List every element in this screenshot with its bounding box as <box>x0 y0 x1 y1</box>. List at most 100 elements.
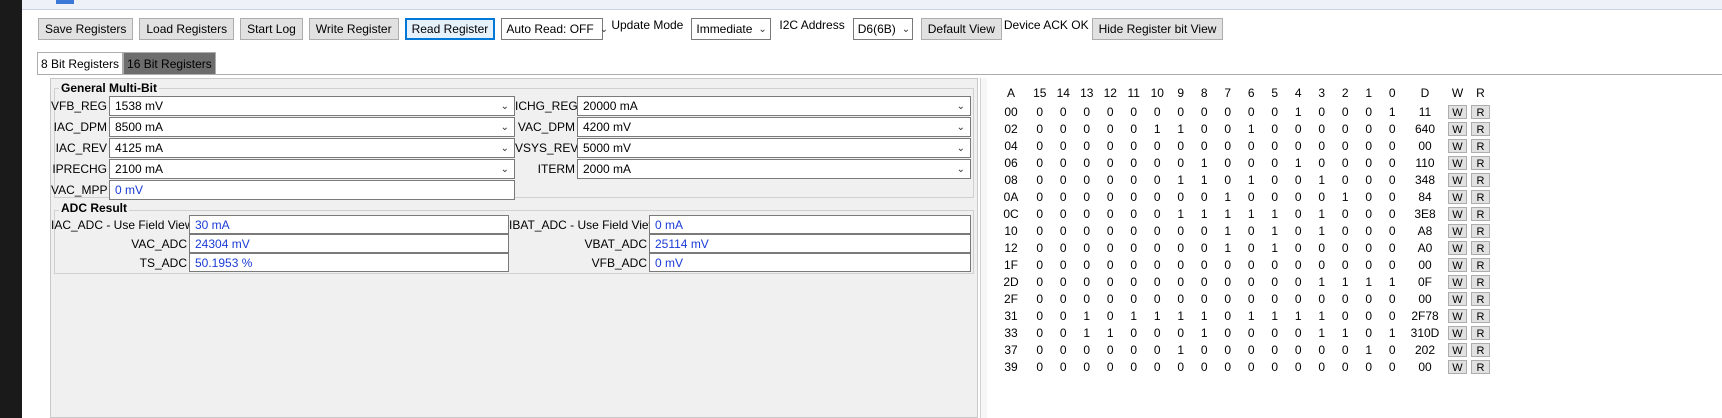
load-registers-button[interactable]: Load Registers <box>139 18 235 40</box>
update-mode-dropdown[interactable]: Immediate ⌄ <box>691 18 772 40</box>
read-register-button[interactable]: R <box>1471 325 1490 340</box>
register-bit[interactable]: 0 <box>1240 290 1264 307</box>
register-bit[interactable]: 0 <box>1263 324 1287 341</box>
write-register-button[interactable]: W <box>1448 223 1467 238</box>
register-bit[interactable]: 0 <box>1263 358 1287 375</box>
register-bit[interactable]: 1 <box>1381 103 1405 120</box>
read-register-button[interactable]: R <box>1471 274 1490 289</box>
register-bit[interactable]: 0 <box>1263 103 1287 120</box>
register-bit[interactable]: 1 <box>1146 120 1170 137</box>
write-register-button[interactable]: W <box>1448 308 1467 323</box>
register-bit[interactable]: 1 <box>1146 307 1170 324</box>
register-bit[interactable]: 0 <box>1075 273 1099 290</box>
register-bit[interactable]: 1 <box>1216 188 1240 205</box>
register-bit[interactable]: 0 <box>1240 341 1264 358</box>
register-bit[interactable]: 0 <box>1240 239 1264 256</box>
register-bit[interactable]: 0 <box>1357 154 1381 171</box>
read-register-button[interactable]: R <box>1471 155 1490 170</box>
ichg-reg-dropdown[interactable]: 20000 mA ⌄ <box>577 96 971 116</box>
register-bit[interactable]: 0 <box>1263 256 1287 273</box>
register-bit[interactable]: 0 <box>1146 222 1170 239</box>
tab-8-bit-registers[interactable]: 8 Bit Registers <box>37 52 124 74</box>
register-bit[interactable]: 0 <box>1310 256 1334 273</box>
register-bit[interactable]: 0 <box>1263 188 1287 205</box>
vac-dpm-dropdown[interactable]: 4200 mV ⌄ <box>577 117 971 137</box>
register-bit[interactable]: 0 <box>1099 222 1123 239</box>
register-bit[interactable]: 0 <box>1075 154 1099 171</box>
register-bit[interactable]: 0 <box>1216 171 1240 188</box>
register-bit[interactable]: 0 <box>1287 171 1311 188</box>
register-bit[interactable]: 1 <box>1240 120 1264 137</box>
register-bit[interactable]: 0 <box>1028 171 1052 188</box>
register-bit[interactable]: 0 <box>1381 358 1405 375</box>
register-bit[interactable]: 0 <box>1357 358 1381 375</box>
register-bit[interactable]: 0 <box>1122 171 1146 188</box>
register-bit[interactable]: 0 <box>1169 290 1193 307</box>
register-bit[interactable]: 0 <box>1334 171 1358 188</box>
register-bit[interactable]: 0 <box>1287 324 1311 341</box>
register-bit[interactable]: 0 <box>1146 205 1170 222</box>
register-bit[interactable]: 0 <box>1169 137 1193 154</box>
register-bit[interactable]: 0 <box>1075 120 1099 137</box>
register-bit[interactable]: 0 <box>1381 341 1405 358</box>
register-bit[interactable]: 0 <box>1028 137 1052 154</box>
register-bit[interactable]: 1 <box>1334 324 1358 341</box>
auto-read-dropdown[interactable]: Auto Read: OFF ⌄ <box>501 18 608 40</box>
register-bit[interactable]: 0 <box>1075 341 1099 358</box>
vac-adc-field[interactable]: 24304 mV <box>189 234 509 253</box>
register-bit[interactable]: 0 <box>1075 171 1099 188</box>
register-bit[interactable]: 0 <box>1287 290 1311 307</box>
register-bit[interactable]: 0 <box>1028 290 1052 307</box>
read-register-button[interactable]: R <box>1471 206 1490 221</box>
register-bit[interactable]: 1 <box>1169 171 1193 188</box>
register-bit[interactable]: 0 <box>1193 222 1217 239</box>
register-bit[interactable]: 0 <box>1240 154 1264 171</box>
register-bit[interactable]: 1 <box>1310 205 1334 222</box>
register-bit[interactable]: 0 <box>1169 256 1193 273</box>
register-bit[interactable]: 0 <box>1216 324 1240 341</box>
register-bit[interactable]: 0 <box>1075 239 1099 256</box>
register-bit[interactable]: 0 <box>1357 290 1381 307</box>
read-register-button[interactable]: R <box>1471 172 1490 187</box>
register-bit[interactable]: 0 <box>1028 239 1052 256</box>
register-bit[interactable]: 0 <box>1028 154 1052 171</box>
register-bit[interactable]: 1 <box>1169 120 1193 137</box>
register-bit[interactable]: 1 <box>1193 171 1217 188</box>
register-bit[interactable]: 0 <box>1310 188 1334 205</box>
vsys-rev-dropdown[interactable]: 5000 mV ⌄ <box>577 138 971 158</box>
register-bit[interactable]: 0 <box>1310 137 1334 154</box>
register-bit[interactable]: 0 <box>1216 341 1240 358</box>
register-bit[interactable]: 0 <box>1169 103 1193 120</box>
register-bit[interactable]: 0 <box>1381 154 1405 171</box>
register-bit[interactable]: 1 <box>1193 324 1217 341</box>
read-register-button[interactable]: R <box>1471 359 1490 374</box>
register-bit[interactable]: 0 <box>1193 256 1217 273</box>
register-bit[interactable]: 0 <box>1287 239 1311 256</box>
register-bit[interactable]: 0 <box>1334 205 1358 222</box>
read-register-button[interactable]: R <box>1471 342 1490 357</box>
register-bit[interactable]: 0 <box>1146 324 1170 341</box>
register-bit[interactable]: 0 <box>1169 358 1193 375</box>
register-bit[interactable]: 0 <box>1028 120 1052 137</box>
register-bit[interactable]: 0 <box>1334 307 1358 324</box>
default-view-button[interactable]: Default View <box>920 18 1002 40</box>
register-bit[interactable]: 0 <box>1099 120 1123 137</box>
register-bit[interactable]: 0 <box>1381 239 1405 256</box>
register-bit[interactable]: 0 <box>1122 256 1146 273</box>
register-bit[interactable]: 1 <box>1122 307 1146 324</box>
register-bit[interactable]: 0 <box>1357 239 1381 256</box>
register-bit[interactable]: 0 <box>1216 358 1240 375</box>
register-bit[interactable]: 1 <box>1263 222 1287 239</box>
register-bit[interactable]: 0 <box>1052 137 1076 154</box>
register-bit[interactable]: 0 <box>1357 205 1381 222</box>
register-bit[interactable]: 0 <box>1240 324 1264 341</box>
register-bit[interactable]: 0 <box>1193 239 1217 256</box>
register-bit[interactable]: 1 <box>1310 324 1334 341</box>
register-bit[interactable]: 0 <box>1334 256 1358 273</box>
register-bit[interactable]: 1 <box>1193 154 1217 171</box>
register-bit[interactable]: 0 <box>1099 137 1123 154</box>
register-bit[interactable]: 0 <box>1240 137 1264 154</box>
register-bit[interactable]: 0 <box>1193 290 1217 307</box>
register-bit[interactable]: 0 <box>1146 273 1170 290</box>
ts-adc-field[interactable]: 50.1953 % <box>189 253 509 272</box>
